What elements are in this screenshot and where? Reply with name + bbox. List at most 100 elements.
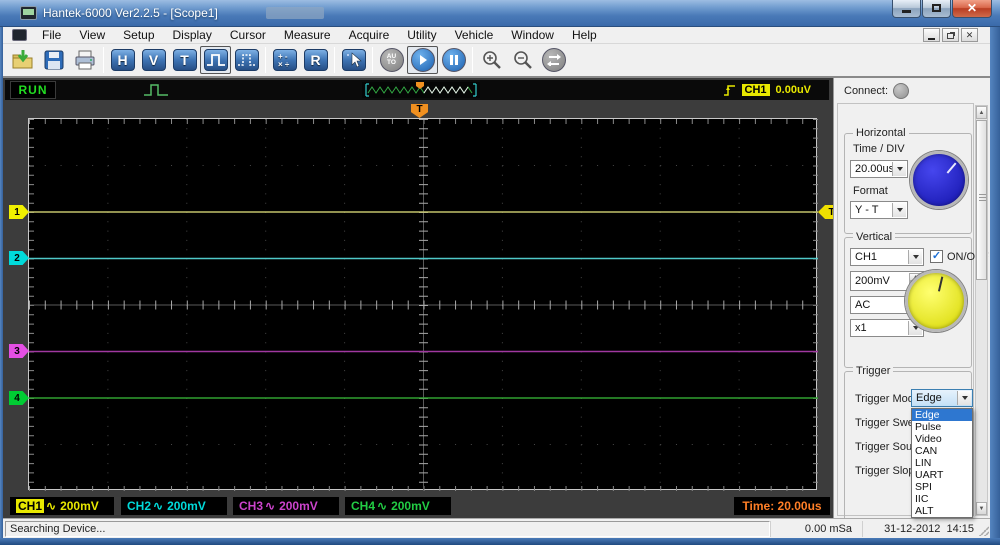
trigger-position-marker[interactable]: T bbox=[411, 104, 428, 118]
menu-cursor[interactable]: Cursor bbox=[221, 27, 275, 43]
dropdown-option[interactable]: CAN bbox=[912, 445, 972, 457]
menu-view[interactable]: View bbox=[70, 27, 114, 43]
chevron-down-icon bbox=[892, 203, 906, 217]
vertical-cursor-button[interactable]: V bbox=[138, 46, 169, 74]
ch3-position-marker[interactable]: 3 bbox=[9, 344, 29, 358]
format-select[interactable]: Y - T bbox=[850, 201, 908, 219]
toolbar-separator bbox=[372, 47, 373, 73]
waveform-preview[interactable] bbox=[362, 82, 480, 98]
mdi-restore-button[interactable] bbox=[942, 28, 959, 42]
checkbox-check-icon: ✓ bbox=[930, 250, 943, 263]
mdi-close-button[interactable]: ✕ bbox=[961, 28, 978, 42]
toolbar-separator bbox=[334, 47, 335, 73]
v-icon: V bbox=[142, 49, 166, 71]
scrollbar-thumb[interactable] bbox=[976, 120, 987, 280]
ch4-volts: 200mV bbox=[391, 499, 430, 513]
ch2-position-marker[interactable]: 2 bbox=[9, 251, 29, 265]
zoom-in-button[interactable] bbox=[476, 46, 507, 74]
dropdown-option[interactable]: Edge bbox=[912, 409, 972, 421]
trigger-level-value: 0.00uV bbox=[776, 84, 811, 96]
connect-label: Connect: bbox=[844, 85, 888, 97]
dropdown-option[interactable]: ALT bbox=[912, 505, 972, 517]
ch1-label[interactable]: CH1 ∿ 200mV bbox=[10, 497, 114, 515]
zoom-out-icon bbox=[512, 49, 534, 71]
menu-acquire[interactable]: Acquire bbox=[340, 27, 399, 43]
minimize-button[interactable] bbox=[892, 0, 921, 18]
waveform-plot[interactable] bbox=[28, 118, 817, 490]
chevron-down-icon bbox=[892, 162, 906, 176]
menu-window[interactable]: Window bbox=[502, 27, 563, 43]
trigger-type-pulse-icon bbox=[143, 82, 169, 98]
ch2-label[interactable]: CH2 ∿ 200mV bbox=[121, 497, 227, 515]
sample-rate: 0.00 mSa bbox=[770, 521, 862, 537]
scroll-up-icon[interactable]: ▲ bbox=[976, 106, 987, 119]
save-button[interactable] bbox=[38, 46, 69, 74]
dropdown-option[interactable]: Video bbox=[912, 433, 972, 445]
trigger-group-title: Trigger bbox=[853, 365, 893, 377]
ch4-coupling-icon: ∿ bbox=[377, 499, 387, 513]
menu-setup[interactable]: Setup bbox=[114, 27, 163, 43]
autoset-icon: AUTO bbox=[380, 48, 404, 72]
vertical-knob[interactable] bbox=[905, 270, 967, 332]
control-panel: Connect: Horizontal Time / DIV 20.00us F… bbox=[833, 78, 990, 518]
trigger-readout: CH1 0.00uV bbox=[723, 82, 811, 98]
svg-text:× ÷: × ÷ bbox=[278, 60, 290, 69]
channel-labels-bar: CH1 ∿ 200mV CH2 ∿ 200mV CH3 ∿ 200mV CH4 … bbox=[3, 497, 833, 516]
horizontal-cursor-button[interactable]: H bbox=[107, 46, 138, 74]
maximize-button[interactable] bbox=[922, 0, 951, 18]
pause-button[interactable] bbox=[438, 46, 469, 74]
main-area: RUN bbox=[3, 78, 990, 518]
open-button[interactable] bbox=[7, 46, 38, 74]
knob-pointer bbox=[938, 276, 943, 291]
zoom-out-button[interactable] bbox=[507, 46, 538, 74]
reference-button[interactable]: R bbox=[300, 46, 331, 74]
channel-select[interactable]: CH1 bbox=[850, 248, 924, 266]
mdi-minimize-button[interactable] bbox=[923, 28, 940, 42]
close-button[interactable]: ✕ bbox=[952, 0, 992, 18]
ch2-volts: 200mV bbox=[167, 499, 206, 513]
trigger-cursor-button[interactable]: T bbox=[169, 46, 200, 74]
autoset-button[interactable]: AUTO bbox=[376, 46, 407, 74]
mdi-minimize-icon bbox=[928, 38, 935, 40]
menubar: File View Setup Display Cursor Measure A… bbox=[3, 27, 990, 44]
ch1-position-marker[interactable]: 1 bbox=[9, 205, 29, 219]
single-pulse-button[interactable] bbox=[200, 46, 231, 74]
math-button[interactable]: + -× ÷ bbox=[269, 46, 300, 74]
ch3-label[interactable]: CH3 ∿ 200mV bbox=[233, 497, 339, 515]
panel-scrollbar[interactable]: ▲ ▼ bbox=[975, 105, 988, 516]
ch4-label[interactable]: CH4 ∿ 200mV bbox=[345, 497, 451, 515]
cursor-measure-button[interactable] bbox=[338, 46, 369, 74]
horizontal-group: Horizontal Time / DIV 20.00us Format Y -… bbox=[844, 133, 972, 234]
toolbar-separator bbox=[472, 47, 473, 73]
chevron-down-icon bbox=[908, 250, 922, 264]
swap-icon bbox=[542, 48, 566, 72]
menu-display[interactable]: Display bbox=[164, 27, 221, 43]
swap-button[interactable] bbox=[538, 46, 569, 74]
pulse-measure-button[interactable] bbox=[231, 46, 262, 74]
trigger-mode-select[interactable]: Edge bbox=[911, 389, 973, 407]
menu-help[interactable]: Help bbox=[563, 27, 606, 43]
dropdown-option[interactable]: LIN bbox=[912, 457, 972, 469]
menu-utility[interactable]: Utility bbox=[398, 27, 445, 43]
app-icon bbox=[20, 6, 37, 20]
resize-grip[interactable] bbox=[979, 526, 989, 536]
print-button[interactable] bbox=[69, 46, 100, 74]
ch4-position-marker[interactable]: 4 bbox=[9, 391, 29, 405]
dropdown-option[interactable]: SPI bbox=[912, 481, 972, 493]
open-icon bbox=[11, 49, 35, 71]
menu-vehicle[interactable]: Vehicle bbox=[446, 27, 503, 43]
time-div-label: Time / DIV bbox=[853, 143, 905, 155]
start-button[interactable] bbox=[407, 46, 438, 74]
dropdown-option[interactable]: Pulse bbox=[912, 421, 972, 433]
vertical-group-title: Vertical bbox=[853, 231, 895, 243]
ch2-coupling-icon: ∿ bbox=[153, 499, 163, 513]
menu-measure[interactable]: Measure bbox=[275, 27, 340, 43]
horizontal-knob[interactable] bbox=[910, 151, 968, 209]
time-div-select[interactable]: 20.00us bbox=[850, 160, 908, 178]
vertical-group: Vertical CH1 ✓ ON/OFF 200mV ▲▼ AC bbox=[844, 237, 972, 368]
menu-file[interactable]: File bbox=[33, 27, 70, 43]
dropdown-option[interactable]: IIC bbox=[912, 493, 972, 505]
scroll-down-icon[interactable]: ▼ bbox=[976, 502, 987, 515]
timebase-label: Time: 20.00us bbox=[734, 497, 830, 515]
dropdown-option[interactable]: UART bbox=[912, 469, 972, 481]
